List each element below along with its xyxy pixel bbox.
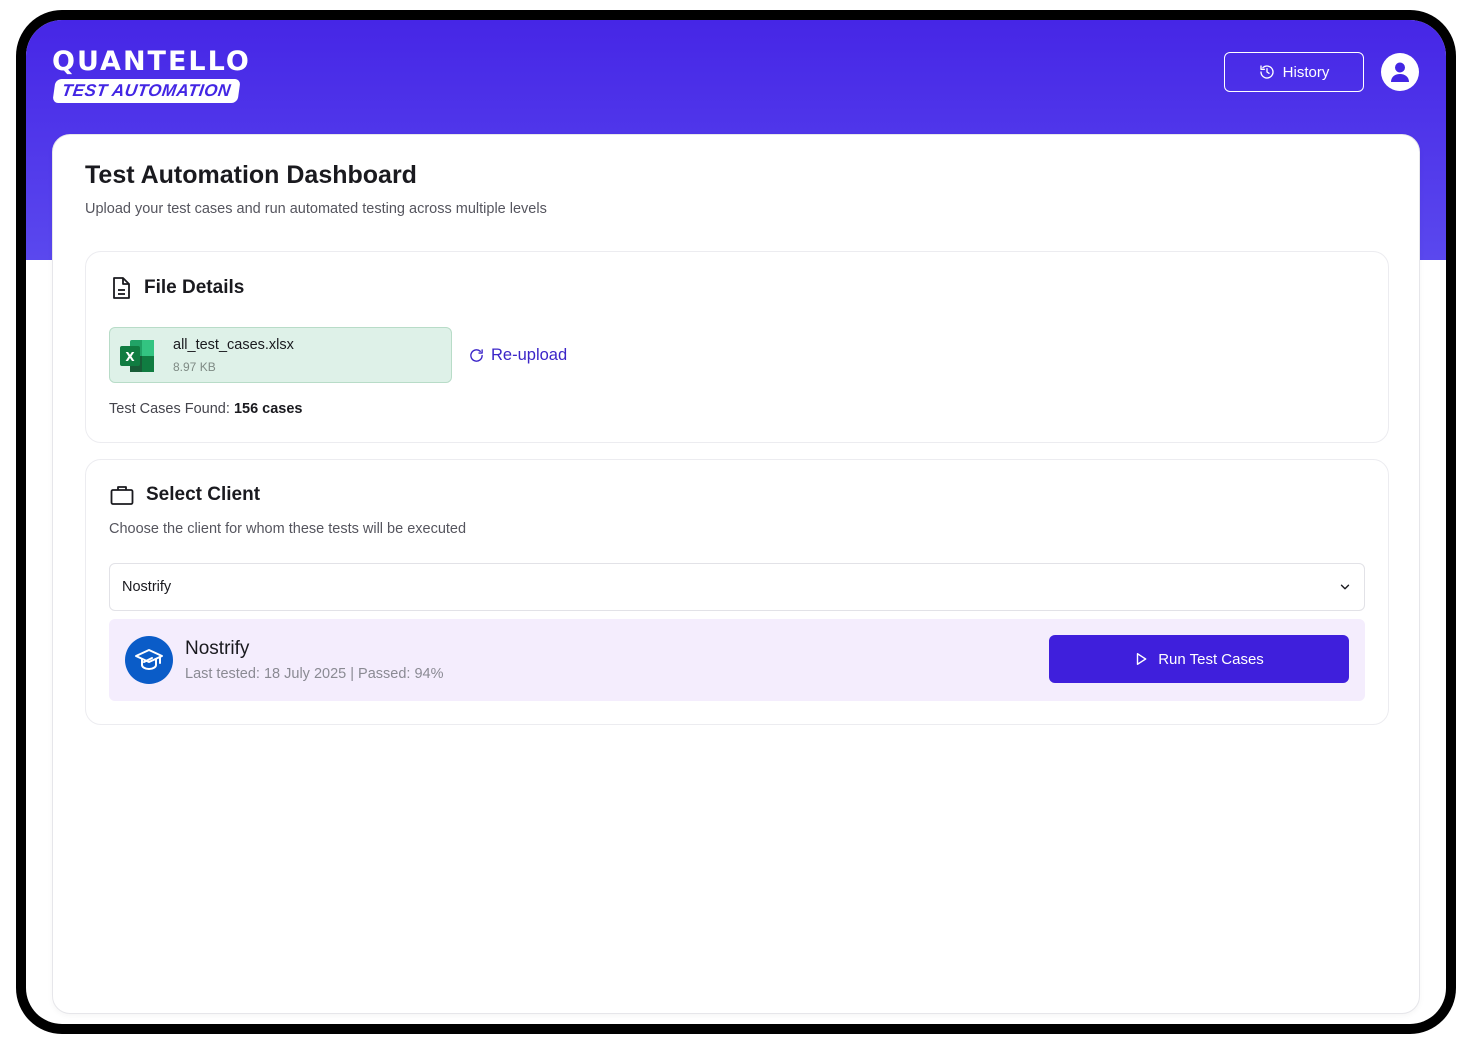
selected-client-card: Nostrify Last tested: 18 July 2025 | Pas… bbox=[109, 619, 1365, 701]
select-client-section: Select Client Choose the client for whom… bbox=[85, 459, 1389, 725]
brand-name: QUANTELLO bbox=[52, 46, 251, 77]
client-name: Nostrify bbox=[185, 638, 250, 659]
device-frame: QUANTELLO TEST AUTOMATION History Test A… bbox=[16, 10, 1456, 1034]
client-logo bbox=[125, 636, 173, 684]
client-select[interactable]: Nostrify bbox=[109, 563, 1365, 611]
file-details-section: File Details X all_test_cases.xlsx 8.97 … bbox=[85, 251, 1389, 443]
file-details-title: File Details bbox=[144, 277, 245, 298]
reupload-button[interactable]: Re-upload bbox=[469, 346, 567, 365]
history-label: History bbox=[1282, 63, 1330, 81]
excel-icon: X bbox=[120, 340, 154, 372]
select-client-header: Select Client bbox=[110, 484, 260, 506]
dashboard-card: Test Automation Dashboard Upload your te… bbox=[52, 134, 1420, 1014]
select-client-description: Choose the client for whom these tests w… bbox=[109, 521, 467, 537]
chevron-down-icon bbox=[1340, 584, 1350, 590]
found-label: Test Cases Found: bbox=[109, 401, 230, 417]
svg-text:X: X bbox=[125, 350, 135, 364]
run-test-cases-button[interactable]: Run Test Cases bbox=[1049, 635, 1349, 683]
graduation-cap-icon bbox=[135, 649, 163, 670]
found-value: 156 cases bbox=[233, 401, 303, 417]
reupload-label: Re-upload bbox=[491, 346, 568, 364]
page-title: Test Automation Dashboard bbox=[85, 161, 417, 189]
uploaded-file-card: X all_test_cases.xlsx 8.97 KB bbox=[109, 327, 452, 383]
file-details-header: File Details bbox=[110, 276, 244, 300]
app-screen: QUANTELLO TEST AUTOMATION History Test A… bbox=[26, 20, 1446, 1024]
client-select-value: Nostrify bbox=[122, 579, 172, 595]
briefcase-icon bbox=[110, 486, 134, 505]
history-button[interactable]: History bbox=[1224, 52, 1364, 92]
document-icon bbox=[113, 277, 130, 299]
test-cases-found: Test Cases Found: 156 cases bbox=[109, 401, 302, 417]
page-subtitle: Upload your test cases and run automated… bbox=[85, 201, 547, 217]
file-name: all_test_cases.xlsx bbox=[173, 337, 294, 353]
play-icon bbox=[1136, 653, 1147, 665]
refresh-icon bbox=[470, 349, 483, 362]
user-icon bbox=[1391, 62, 1409, 82]
history-icon bbox=[1259, 65, 1274, 79]
client-meta: Last tested: 18 July 2025 | Passed: 94% bbox=[185, 666, 444, 682]
brand-logo[interactable]: QUANTELLO TEST AUTOMATION bbox=[52, 48, 251, 103]
file-size: 8.97 KB bbox=[173, 360, 216, 374]
user-avatar-button[interactable] bbox=[1381, 53, 1419, 91]
select-client-title: Select Client bbox=[146, 484, 261, 505]
brand-tagline: TEST AUTOMATION bbox=[52, 79, 241, 103]
run-test-cases-label: Run Test Cases bbox=[1158, 650, 1264, 668]
